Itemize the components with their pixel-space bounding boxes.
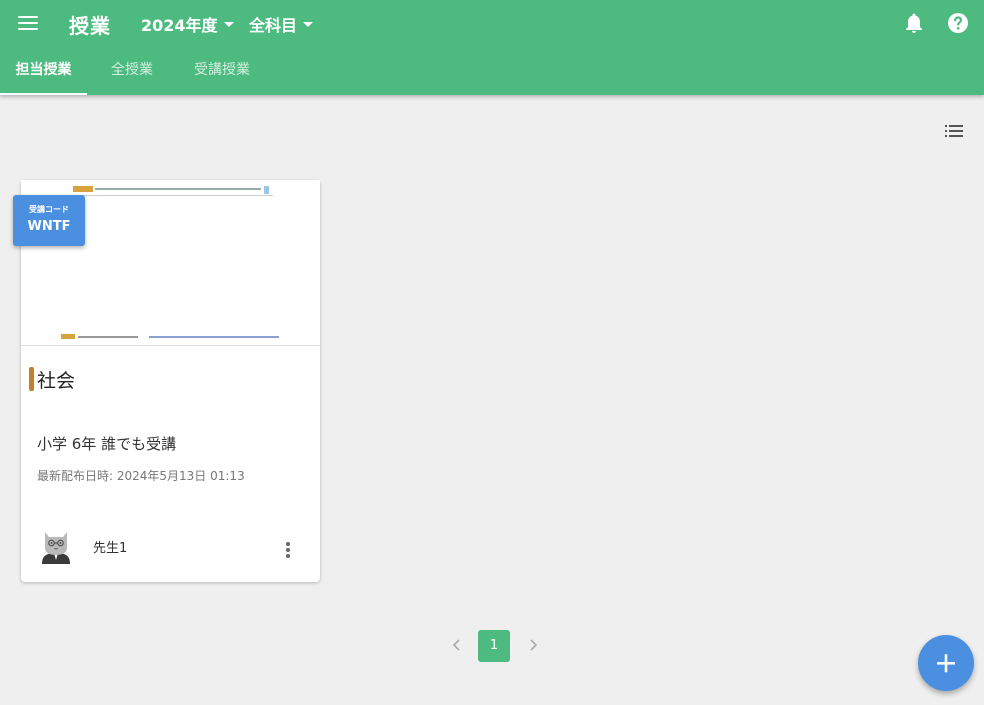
pagination: 1 (0, 629, 984, 663)
list-view-icon[interactable] (943, 121, 965, 141)
page-number-current[interactable]: 1 (478, 630, 510, 662)
tab-enrolled-classes[interactable]: 受講授業 (183, 46, 261, 95)
caret-down-icon (303, 21, 314, 27)
tab-bar: 担当授業 全授業 受講授業 (0, 46, 984, 95)
class-info: 小学 6年 誰でも受講 (37, 435, 177, 453)
caret-down-icon (223, 21, 234, 27)
bell-icon[interactable] (902, 11, 926, 35)
teacher-avatar (42, 532, 70, 564)
enrollment-code-badge[interactable]: 受講コード WNTF (13, 195, 85, 246)
top-bar: 授業 2024年度 全科目 (0, 0, 984, 46)
tab-all-classes[interactable]: 全授業 (100, 46, 164, 95)
page-title: 授業 (69, 14, 111, 38)
year-dropdown-label: 2024年度 (141, 16, 218, 35)
tab-my-classes[interactable]: 担当授業 (0, 46, 87, 95)
enrollment-code-value: WNTF (27, 219, 71, 234)
latest-distribution-date: 最新配布日時: 2024年5月13日 01:13 (37, 469, 245, 483)
chevron-left-icon[interactable] (449, 637, 465, 653)
teacher-name: 先生1 (93, 541, 128, 556)
subject-color-bar (29, 367, 34, 391)
chevron-right-icon[interactable] (525, 637, 541, 653)
help-icon[interactable] (946, 11, 970, 35)
more-vert-icon[interactable] (281, 539, 295, 561)
plus-icon (937, 654, 955, 673)
subject-name: 社会 (37, 370, 76, 392)
year-dropdown[interactable]: 2024年度 (141, 12, 234, 36)
subject-dropdown-label: 全科目 (249, 16, 298, 35)
add-class-button[interactable] (918, 635, 974, 691)
menu-icon[interactable] (18, 14, 40, 32)
app-bar: 授業 2024年度 全科目 担当授業 全授業 受講授業 (0, 0, 984, 95)
subject-dropdown[interactable]: 全科目 (249, 12, 314, 36)
enrollment-code-label: 受講コード (29, 205, 69, 214)
